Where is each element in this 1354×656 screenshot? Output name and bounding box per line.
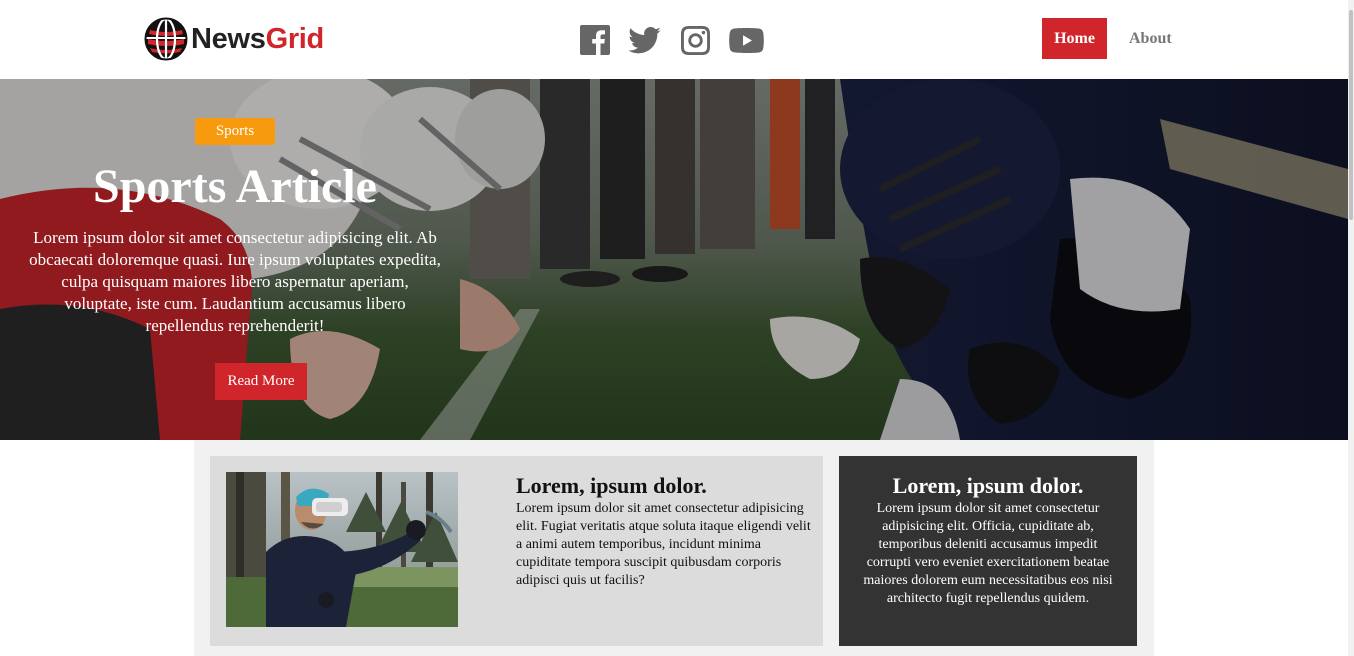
twitter-icon[interactable] xyxy=(628,23,661,57)
card-dark-title: Lorem, ipsum dolor. xyxy=(892,473,1084,498)
hero-banner: Sports Sports Article Lorem ipsum dolor … xyxy=(0,79,1348,440)
main-nav: Home About xyxy=(1042,18,1172,59)
category-badge[interactable]: Sports xyxy=(195,118,275,145)
read-more-button[interactable]: Read More xyxy=(215,363,307,400)
vr-headset-image xyxy=(226,472,458,627)
facebook-icon[interactable] xyxy=(580,23,610,57)
featured-cards-section: Lorem, ipsum dolor. Lorem ipsum dolor si… xyxy=(194,440,1154,656)
youtube-icon[interactable] xyxy=(728,23,764,57)
card-light-title: Lorem, ipsum dolor. xyxy=(516,473,707,498)
brand-name-part1: News xyxy=(191,22,266,55)
instagram-icon[interactable] xyxy=(680,23,710,57)
scrollbar-thumb[interactable] xyxy=(1349,10,1353,220)
globe-icon xyxy=(144,17,188,61)
nav-home-link[interactable]: Home xyxy=(1042,18,1107,59)
social-links xyxy=(580,23,764,57)
hero-title: Sports Article xyxy=(93,160,377,213)
site-header: NewsGrid Home About xyxy=(0,0,1348,79)
brand-logo[interactable]: NewsGrid xyxy=(144,17,324,61)
card-light-text: Lorem ipsum dolor sit amet consectetur a… xyxy=(516,501,811,588)
article-card-light[interactable]: Lorem, ipsum dolor. Lorem ipsum dolor si… xyxy=(210,456,823,646)
nav-about-link[interactable]: About xyxy=(1129,30,1172,48)
page-scrollbar[interactable] xyxy=(1348,0,1354,656)
article-card-dark[interactable]: Lorem, ipsum dolor. Lorem ipsum dolor si… xyxy=(839,456,1137,646)
card-dark-text: Lorem ipsum dolor sit amet consectetur a… xyxy=(863,501,1113,606)
hero-excerpt: Lorem ipsum dolor sit amet consectetur a… xyxy=(29,228,441,335)
brand-name-part2: Grid xyxy=(265,22,325,55)
brand-name: NewsGrid xyxy=(191,23,324,56)
